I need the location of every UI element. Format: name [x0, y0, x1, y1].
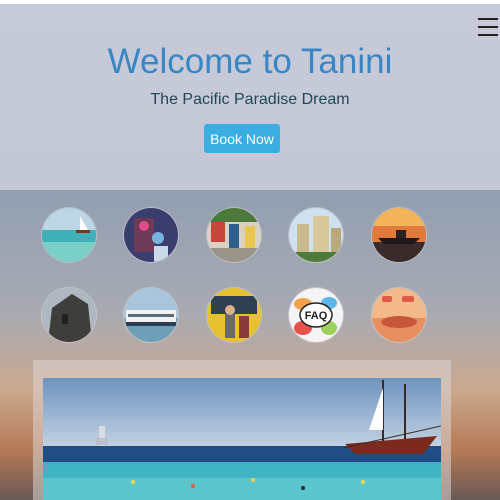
thumbnail-cruise-ship[interactable]	[124, 288, 178, 342]
thumbnail-beach-sailboat[interactable]	[42, 208, 96, 262]
thumbnail-faq[interactable]: FAQ	[289, 288, 343, 342]
thumbnail-stone-fort[interactable]	[42, 288, 96, 342]
thumbnail-hotel-towers[interactable]	[289, 208, 343, 262]
hero-section: Welcome to Tanini The Pacific Paradise D…	[0, 4, 500, 190]
hamburger-icon[interactable]	[478, 18, 498, 36]
page-title: Welcome to Tanini	[107, 42, 393, 81]
featured-photo	[43, 378, 441, 500]
page-subtitle: The Pacific Paradise Dream	[150, 91, 350, 108]
faq-icon-label: FAQ	[305, 310, 328, 322]
thumbnail-street-market[interactable]	[207, 208, 261, 262]
thumbnail-sunset-boat[interactable]	[372, 208, 426, 262]
thumbnail-flower-shop[interactable]	[124, 208, 178, 262]
book-now-button[interactable]: Book Now	[204, 124, 280, 153]
thumbnail-sunset-cards[interactable]	[372, 288, 426, 342]
thumbnail-bus-tour[interactable]	[207, 288, 261, 342]
